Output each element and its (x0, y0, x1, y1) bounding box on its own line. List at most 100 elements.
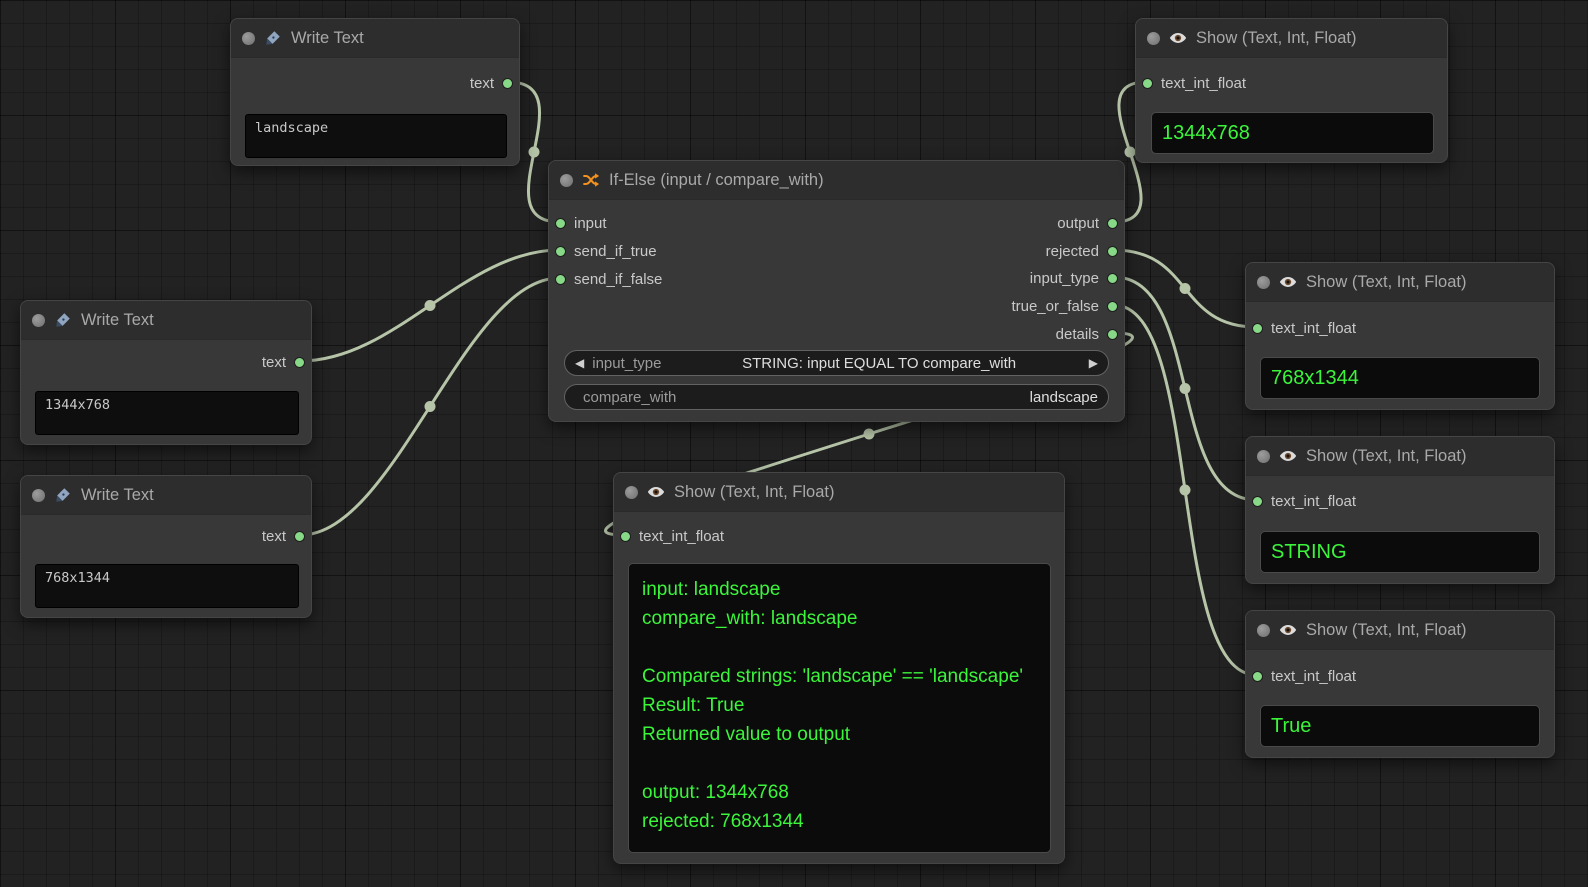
node-header[interactable]: Show (Text, Int, Float) (1246, 263, 1554, 302)
output-slot-dot[interactable] (1107, 301, 1118, 312)
node-write-text-3[interactable]: Write Text text 768x1344 (20, 475, 312, 618)
compare-with-field[interactable]: compare_with landscape (564, 384, 1109, 410)
collapse-dot[interactable] (1257, 450, 1270, 463)
node-title: Show (Text, Int, Float) (1306, 447, 1466, 466)
input-slot-dot[interactable] (555, 246, 566, 257)
show-value: True (1260, 705, 1540, 747)
slot-label: input_type (1030, 270, 1099, 287)
text-widget[interactable]: 1344x768 (35, 391, 299, 435)
eye-icon (647, 483, 665, 501)
output-slot-dot[interactable] (294, 357, 305, 368)
node-show-true-or-false[interactable]: Show (Text, Int, Float) text_int_float T… (1245, 610, 1555, 758)
collapse-dot[interactable] (560, 174, 573, 187)
details-line (642, 749, 1037, 778)
collapse-dot[interactable] (1257, 624, 1270, 637)
node-header[interactable]: Write Text (231, 19, 519, 58)
output-slot-dot[interactable] (1107, 329, 1118, 340)
link-midpoint-dot (425, 300, 436, 311)
node-header[interactable]: Show (Text, Int, Float) (614, 473, 1064, 512)
output-slot-text: text (470, 72, 513, 94)
slot-label: input (574, 215, 607, 232)
node-title: Write Text (291, 29, 364, 48)
link-midpoint-dot (529, 147, 540, 158)
output-slot-text: text (262, 525, 305, 547)
output-slot-text: text (262, 351, 305, 373)
text-widget[interactable]: landscape (245, 114, 507, 158)
slot-label: output (1057, 215, 1099, 232)
details-line: Returned value to output (642, 720, 1037, 749)
details-line: rejected: 768x1344 (642, 807, 1037, 836)
node-title: Show (Text, Int, Float) (1306, 273, 1466, 292)
text-widget[interactable]: 768x1344 (35, 564, 299, 608)
output-slot-details: details (1056, 323, 1118, 345)
output-slot-dot[interactable] (1107, 273, 1118, 284)
output-slot-input-type: input_type (1030, 267, 1118, 289)
output-slot-dot[interactable] (1107, 246, 1118, 257)
input-slot-send-if-true: send_if_true (555, 240, 657, 262)
node-show-details[interactable]: Show (Text, Int, Float) text_int_float i… (613, 472, 1065, 864)
node-show-input-type[interactable]: Show (Text, Int, Float) text_int_float S… (1245, 436, 1555, 584)
input-slot-text-int-float: text_int_float (1252, 665, 1356, 687)
graph-canvas[interactable]: Write Text text landscape Write Text tex… (0, 0, 1588, 887)
input-slot-dot[interactable] (1142, 78, 1153, 89)
input-slot-dot[interactable] (1252, 671, 1263, 682)
node-header[interactable]: If-Else (input / compare_with) (549, 161, 1124, 200)
slot-label: rejected (1046, 243, 1099, 260)
node-header[interactable]: Show (Text, Int, Float) (1246, 437, 1554, 476)
output-slot-dot[interactable] (502, 78, 513, 89)
slot-label: true_or_false (1011, 298, 1099, 315)
node-header[interactable]: Write Text (21, 301, 311, 340)
input-slot-dot[interactable] (1252, 496, 1263, 507)
details-line: Compared strings: 'landscape' == 'landsc… (642, 662, 1037, 691)
node-title: Show (Text, Int, Float) (1306, 621, 1466, 640)
output-slot-dot[interactable] (294, 531, 305, 542)
collapse-dot[interactable] (1147, 32, 1160, 45)
eye-icon (1169, 29, 1187, 47)
combo-prev-arrow[interactable]: ◀ (575, 357, 584, 369)
node-header[interactable]: Show (Text, Int, Float) (1136, 19, 1447, 58)
node-if-else[interactable]: If-Else (input / compare_with) input sen… (548, 160, 1125, 422)
details-line: Result: True (642, 691, 1037, 720)
eye-icon (1279, 273, 1297, 291)
node-header[interactable]: Write Text (21, 476, 311, 515)
link-midpoint-dot (1180, 283, 1191, 294)
node-show-output[interactable]: Show (Text, Int, Float) text_int_float 1… (1135, 18, 1448, 163)
eye-icon (1279, 447, 1297, 465)
show-value: 1344x768 (1151, 112, 1434, 154)
details-line (642, 633, 1037, 662)
field-label: compare_with (583, 389, 676, 406)
combo-label: input_type (592, 355, 661, 372)
input-slot-dot[interactable] (555, 218, 566, 229)
input-slot-dot[interactable] (620, 531, 631, 542)
combo-next-arrow[interactable]: ▶ (1089, 357, 1098, 369)
link-midpoint-dot (1125, 147, 1136, 158)
node-title: Write Text (81, 486, 154, 505)
collapse-dot[interactable] (32, 314, 45, 327)
node-show-rejected[interactable]: Show (Text, Int, Float) text_int_float 7… (1245, 262, 1555, 410)
input-slot-text-int-float: text_int_float (1252, 317, 1356, 339)
input-type-combo[interactable]: ◀ input_type STRING: input EQUAL TO comp… (564, 350, 1109, 376)
shuffle-icon (582, 171, 600, 189)
link-midpoint-dot (864, 429, 875, 440)
input-slot-input: input (555, 212, 607, 234)
node-header[interactable]: Show (Text, Int, Float) (1246, 611, 1554, 650)
input-slot-send-if-false: send_if_false (555, 268, 662, 290)
link-midpoint-dot (1180, 383, 1191, 394)
input-slot-dot[interactable] (555, 274, 566, 285)
show-details-value: input: landscape compare_with: landscape… (628, 563, 1051, 853)
node-write-text-2[interactable]: Write Text text 1344x768 (20, 300, 312, 445)
node-write-text-1[interactable]: Write Text text landscape (230, 18, 520, 166)
link-midpoint-dot (425, 401, 436, 412)
collapse-dot[interactable] (242, 32, 255, 45)
output-slot-output: output (1057, 212, 1118, 234)
collapse-dot[interactable] (32, 489, 45, 502)
slot-label: text_int_float (1161, 75, 1246, 92)
slot-label: text (262, 354, 286, 371)
output-slot-dot[interactable] (1107, 218, 1118, 229)
slot-label: text_int_float (1271, 668, 1356, 685)
collapse-dot[interactable] (625, 486, 638, 499)
combo-value: STRING: input EQUAL TO compare_with (669, 355, 1088, 372)
collapse-dot[interactable] (1257, 276, 1270, 289)
slot-label: text (470, 75, 494, 92)
input-slot-dot[interactable] (1252, 323, 1263, 334)
